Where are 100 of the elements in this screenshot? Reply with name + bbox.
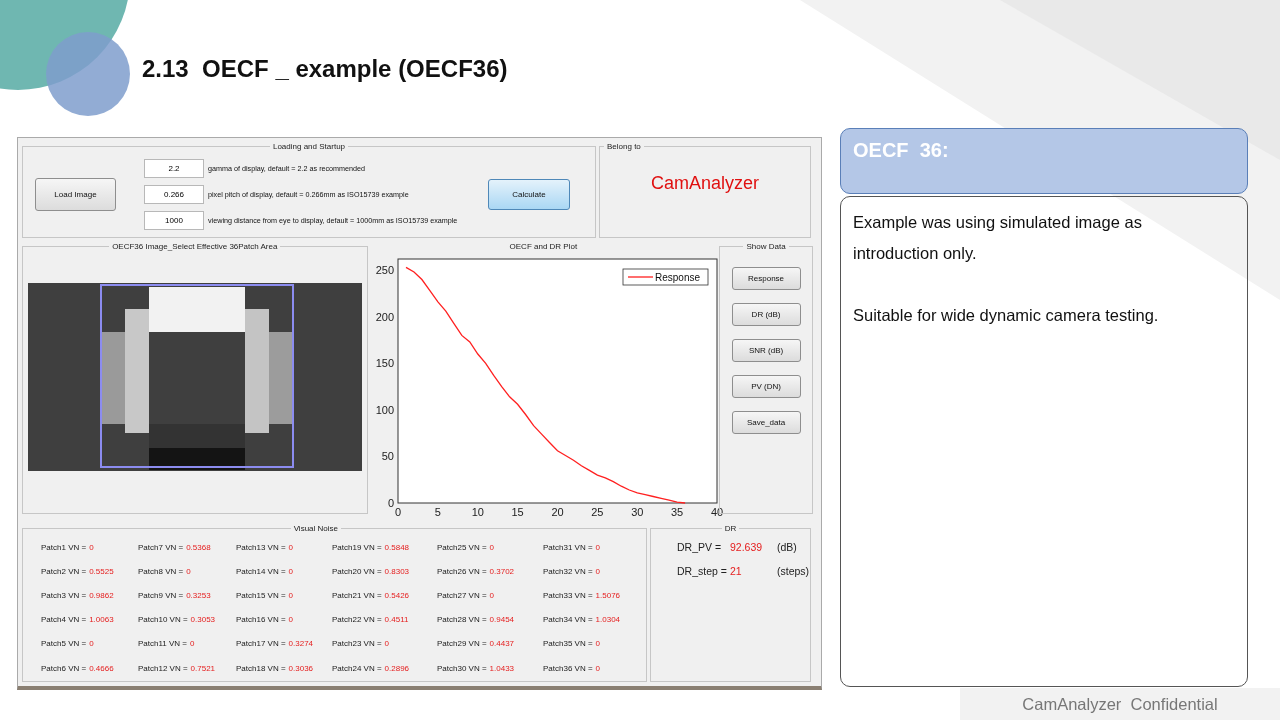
footer-text: CamAnalyzer Confidential <box>1022 694 1218 714</box>
patch-label: Patch6 VN = <box>41 663 87 673</box>
patch-value: 0.9862 <box>89 590 114 600</box>
tick-label: 35 <box>670 506 683 518</box>
patch-value: 0 <box>288 566 294 576</box>
patch-value: 0.4511 <box>384 615 409 625</box>
patch-value: 0.2896 <box>384 663 410 673</box>
patch-value: 0 <box>595 566 601 576</box>
tick-label: 50 <box>381 450 394 463</box>
show-data-button[interactable]: DR (dB) <box>731 303 801 326</box>
panel-title: Belong to <box>606 142 642 151</box>
input-field[interactable]: 0.266 <box>144 184 204 204</box>
show-data-button[interactable]: Save_data <box>731 411 801 434</box>
dr-value: 21 <box>730 565 743 577</box>
patch-label: Patch13 VN = <box>236 542 286 552</box>
dr-label: DR_step = <box>677 565 726 577</box>
patch-value: 0.3053 <box>190 615 216 625</box>
show-data-button[interactable]: SNR (dB) <box>731 339 801 362</box>
patch-value: 0 <box>288 590 294 600</box>
card-paragraph: Example was using simulated image as introduction only. <box>853 212 1143 264</box>
patch-label: Patch34 VN = <box>543 615 593 625</box>
patch-label: Patch3 VN = <box>41 590 87 600</box>
patch-label: Patch32 VN = <box>543 566 593 576</box>
patch-label: Patch17 VN = <box>236 639 286 649</box>
patch-label: Patch16 VN = <box>236 615 286 625</box>
patch-value: 0 <box>288 615 294 625</box>
patch-value: 0.4666 <box>89 663 114 673</box>
patch-value: 0 <box>489 590 495 600</box>
show-data-button[interactable]: Response <box>731 267 801 290</box>
patch-label: Patch4 VN = <box>41 615 87 625</box>
patch-label: Patch33 VN = <box>543 590 593 600</box>
dr-label: DR_PV = <box>677 541 723 553</box>
patch-value: 0.3036 <box>288 663 314 673</box>
patch-value: 0 <box>89 639 94 649</box>
input-field[interactable]: 1000 <box>144 210 204 230</box>
panel-title: Visual Noise <box>292 524 339 533</box>
patch-value: 1.0433 <box>489 663 515 673</box>
patch-label: Patch2 VN = <box>41 566 87 576</box>
patch-label: Patch30 VN = <box>437 663 487 673</box>
calculate-button[interactable]: Calculate <box>488 178 570 210</box>
tick-label: 0 <box>387 497 394 509</box>
tick-label: 200 <box>375 310 394 323</box>
panel-title: Show Data <box>745 242 787 251</box>
tick-label: 0 <box>394 506 401 518</box>
patch-value: 0 <box>595 639 601 649</box>
patch-label: Patch11 VN = <box>138 639 187 649</box>
brand-name: CamAnalyzer <box>649 173 760 194</box>
slide-title: 2.13 OECF _ example (OECF36) <box>142 54 509 84</box>
patch-value: 0 <box>595 663 601 673</box>
panel-title: Loading and Startup <box>271 142 347 151</box>
patch-value: 0.7521 <box>190 663 216 673</box>
patch-label: Patch12 VN = <box>138 663 188 673</box>
patch-label: Patch35 VN = <box>543 639 593 649</box>
tick-label: 5 <box>434 506 441 518</box>
patch-label: Patch24 VN = <box>332 663 382 673</box>
patch-value: 0.9454 <box>489 615 515 625</box>
patch-value: 0 <box>89 542 94 552</box>
patch-label: Patch18 VN = <box>236 663 286 673</box>
card-title: OECF 36: <box>853 139 949 161</box>
tick-label: 30 <box>630 506 643 518</box>
tick-label: 25 <box>590 506 604 518</box>
patch-label: Patch29 VN = <box>437 639 487 649</box>
show-data-button[interactable]: PV (DN) <box>731 375 801 398</box>
patch-label: Patch15 VN = <box>236 590 286 600</box>
patch-value: 0.5525 <box>89 566 114 576</box>
patch-label: Patch8 VN = <box>138 566 184 576</box>
tick-label: 250 <box>375 264 394 277</box>
patch-label: Patch25 VN = <box>437 542 487 552</box>
patch-value: 0.5426 <box>384 590 410 600</box>
patch-value: 1.0304 <box>595 615 621 625</box>
dr-unit: (steps) <box>777 565 810 577</box>
patch-value: 0 <box>186 566 191 576</box>
patch-value: 1.5076 <box>595 590 621 600</box>
patch-label: Patch36 VN = <box>543 663 593 673</box>
patch-label: Patch10 VN = <box>138 615 188 625</box>
patch-label: Patch21 VN = <box>332 590 382 600</box>
panel-title: OECF36 Image_Select Effective 36Patch Area <box>111 242 279 251</box>
patch-label: Patch5 VN = <box>41 639 87 649</box>
patch-value: 0.3702 <box>489 566 515 576</box>
legend-label: Response <box>654 272 701 283</box>
patch-label: Patch27 VN = <box>437 590 487 600</box>
load-image-button[interactable]: Load Image <box>35 177 116 211</box>
patch-label: Patch26 VN = <box>437 566 487 576</box>
patch-label: Patch20 VN = <box>332 566 382 576</box>
panel-title: OECF and DR Plot <box>508 242 579 251</box>
tick-label: 20 <box>550 506 564 518</box>
input-field[interactable]: 2.2 <box>144 158 204 178</box>
patch-value: 1.0063 <box>89 615 114 625</box>
patch-label: Patch9 VN = <box>138 590 184 600</box>
patch-label: Patch14 VN = <box>236 566 286 576</box>
patch-value: 0 <box>288 542 294 552</box>
patch-label: Patch1 VN = <box>41 542 87 552</box>
patch-value: 0.5368 <box>186 542 211 552</box>
tick-label: 10 <box>471 506 484 518</box>
tick-label: 150 <box>375 357 394 370</box>
patch-label: Patch28 VN = <box>437 615 487 625</box>
patch-label: Patch23 VN = <box>332 639 382 649</box>
patch-value: 0 <box>595 542 601 552</box>
tick-label: 100 <box>375 403 394 416</box>
patch-value: 0 <box>384 639 390 649</box>
